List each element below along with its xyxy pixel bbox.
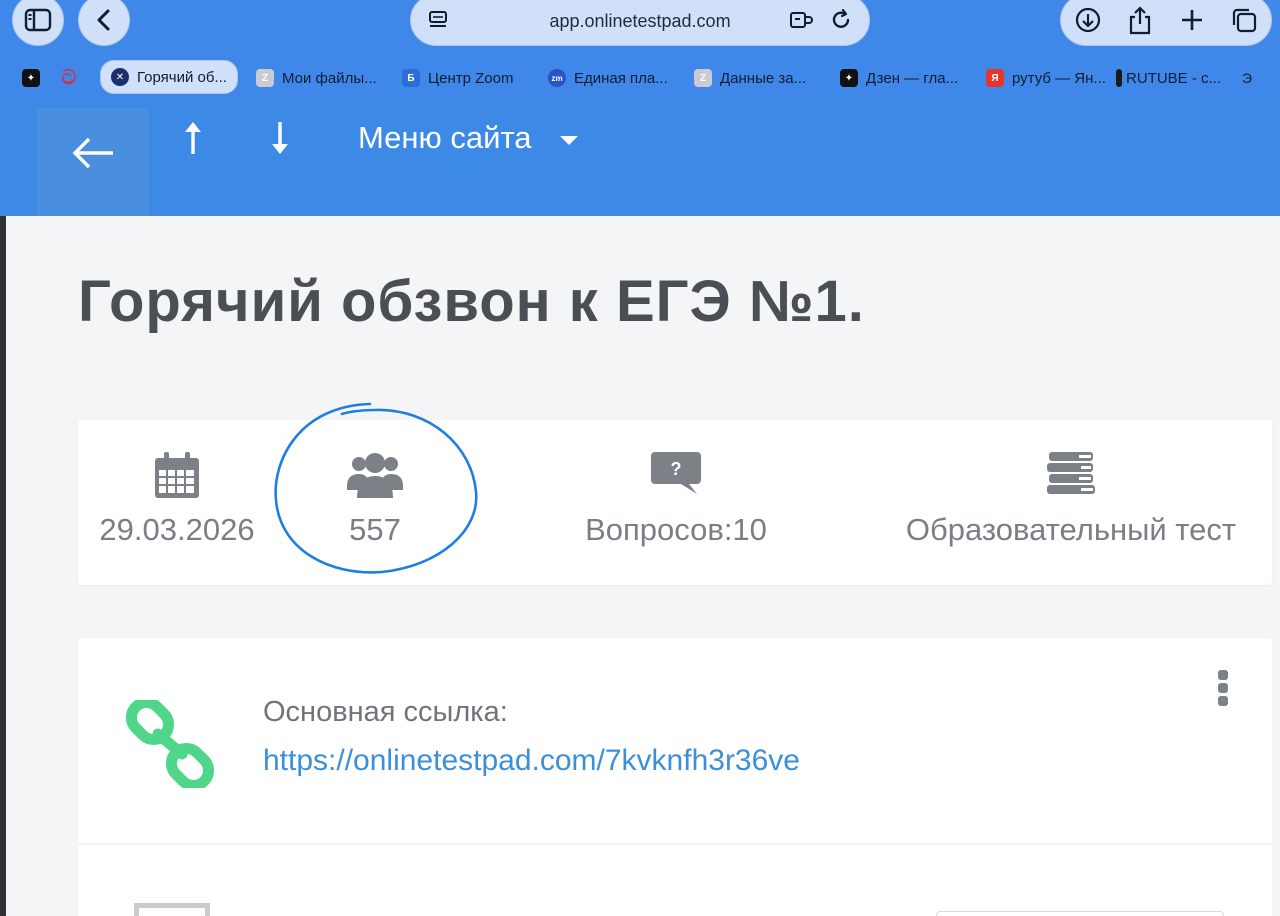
extension-icon[interactable]: [789, 9, 815, 31]
yandex-favicon-icon: Я: [986, 69, 1004, 87]
test-type: Образовательный тест: [905, 512, 1237, 547]
tab-overflow[interactable]: Э: [1242, 64, 1252, 92]
tab-files[interactable]: Z Мои файлы...: [256, 64, 377, 92]
tab-rutube[interactable]: RUTUBE - с...: [1116, 64, 1221, 92]
arrow-left-icon: [72, 137, 113, 169]
browser-back-button[interactable]: [78, 0, 130, 46]
address-bar[interactable]: app.onlinetestpad.com: [410, 0, 870, 46]
users-icon: [347, 453, 403, 498]
sidebar-toggle-button[interactable]: [12, 0, 64, 46]
main-link-url[interactable]: https://onlinetestpad.com/7kvknfh3r36ve: [263, 744, 800, 778]
tab-active[interactable]: ✕ Горячий об...: [100, 60, 238, 94]
tab-label: Мои файлы...: [282, 69, 377, 87]
books-icon: [1047, 452, 1095, 494]
checkbox-icon[interactable]: [134, 903, 210, 916]
test-date: 29.03.2026: [99, 512, 255, 547]
reload-icon[interactable]: [829, 7, 853, 33]
chain-link-icon: [125, 700, 215, 788]
arrow-up-icon[interactable]: [180, 120, 206, 156]
tab-label: Данные за...: [720, 69, 807, 87]
tab-yandex[interactable]: Я рутуб — Ян...: [986, 64, 1106, 92]
caret-down-icon[interactable]: [560, 136, 578, 145]
zoom-favicon-icon: Б: [402, 69, 420, 87]
tab-label: Центр Zoom: [428, 69, 514, 87]
more-options-icon[interactable]: [1211, 670, 1235, 710]
plus-icon[interactable]: [1179, 7, 1205, 33]
tab-bar: ✦ ට ✕ Горячий об... Z Мои файлы... Б Цен…: [0, 56, 1280, 98]
tab-label: рутуб — Ян...: [1012, 69, 1106, 87]
sparkle-icon: ✦: [840, 69, 858, 87]
more-tabs-icon: Э: [1242, 70, 1253, 86]
tab-label: Единая пла...: [574, 69, 668, 87]
sparkle-icon: ✦: [22, 69, 40, 87]
download-icon[interactable]: [1074, 6, 1102, 34]
stat-questions: ? Вопросов:10: [556, 420, 796, 585]
browser-actions: [1060, 0, 1272, 46]
next-card: [78, 845, 1272, 916]
close-icon[interactable]: ✕: [111, 68, 129, 86]
tabs-overview-icon[interactable]: [1230, 6, 1258, 34]
tab-label: RUTUBE - с...: [1126, 69, 1222, 87]
tab-dzen[interactable]: ✦ Дзен — гла...: [840, 64, 958, 92]
pinned-tab-red[interactable]: ට: [60, 64, 78, 92]
z-favicon-icon: Z: [694, 69, 712, 87]
tab-platform[interactable]: zm Единая пла...: [548, 64, 668, 92]
tab-data[interactable]: Z Данные за...: [694, 64, 806, 92]
left-edge-bar: [0, 216, 6, 916]
main-link-card: Основная ссылка: https://onlinetestpad.c…: [78, 638, 1272, 843]
svg-text:?: ?: [671, 459, 682, 479]
question-bubble-icon: ?: [651, 452, 701, 494]
tab-zoom[interactable]: Б Центр Zoom: [402, 64, 513, 92]
calendar-icon: [155, 452, 199, 498]
share-icon[interactable]: [1127, 5, 1153, 35]
stat-participants[interactable]: 557: [296, 420, 454, 585]
stat-type: Образовательный тест: [890, 420, 1252, 585]
main-link-label: Основная ссылка:: [263, 696, 508, 728]
chevron-left-icon: [97, 9, 110, 31]
browser-toolbar: app.onlinetestpad.com: [0, 0, 1280, 52]
z-favicon-icon: Z: [256, 69, 274, 87]
stat-date: 29.03.2026: [78, 420, 276, 585]
participants-count: 557: [349, 512, 401, 547]
pinned-tab-dzen[interactable]: ✦: [22, 64, 40, 92]
site-header: Меню сайта: [0, 98, 1280, 216]
tab-label: Дзен — гла...: [866, 69, 959, 87]
test-stats-panel: 29.03.2026 557 ? Вопросов:10 Образовател…: [78, 420, 1272, 585]
tab-label: Горячий об...: [137, 68, 227, 86]
site-back-button[interactable]: [37, 108, 149, 216]
next-card-button[interactable]: [936, 911, 1224, 916]
browser-chrome: app.onlinetestpad.com ✦ ට ✕ Горячий об..…: [0, 0, 1280, 98]
page-title: Горячий обзвон к ЕГЭ №1.: [78, 269, 865, 334]
questions-count: Вопросов:10: [585, 512, 767, 547]
sidebar-icon: [24, 8, 52, 32]
swirl-icon: ට: [61, 66, 77, 89]
rutube-favicon-icon: [1116, 69, 1122, 87]
zm-favicon-icon: zm: [548, 69, 566, 87]
arrow-down-icon[interactable]: [267, 120, 293, 156]
site-menu-button[interactable]: Меню сайта: [358, 120, 532, 156]
